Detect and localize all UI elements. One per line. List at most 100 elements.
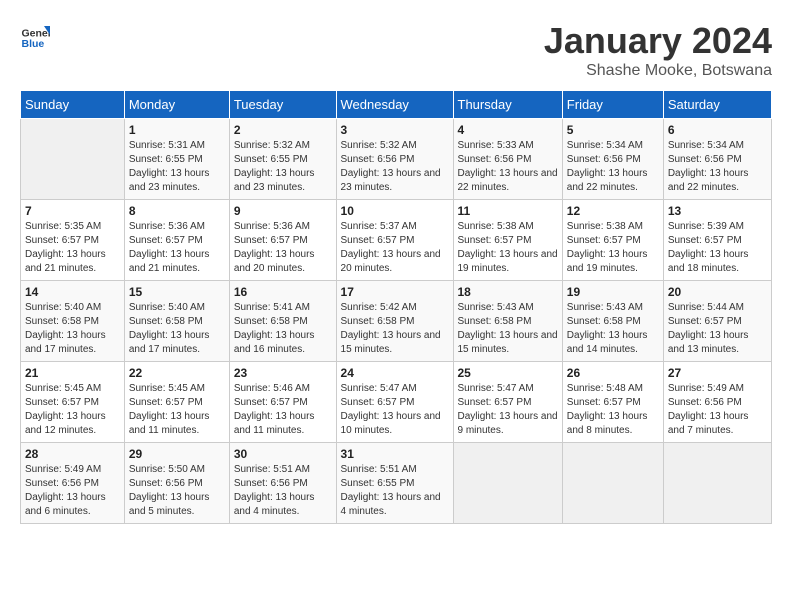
day-info: Sunrise: 5:45 AMSunset: 6:57 PMDaylight:… (25, 382, 120, 438)
day-number: 30 (234, 447, 332, 461)
calendar-cell: 31 Sunrise: 5:51 AMSunset: 6:55 PMDaylig… (336, 443, 453, 524)
day-number: 21 (25, 366, 120, 380)
day-number: 3 (341, 123, 449, 137)
day-info: Sunrise: 5:45 AMSunset: 6:57 PMDaylight:… (129, 382, 225, 438)
day-number: 15 (129, 285, 225, 299)
day-info: Sunrise: 5:32 AMSunset: 6:56 PMDaylight:… (341, 139, 449, 195)
day-info: Sunrise: 5:51 AMSunset: 6:55 PMDaylight:… (341, 463, 449, 519)
day-info: Sunrise: 5:50 AMSunset: 6:56 PMDaylight:… (129, 463, 225, 519)
calendar-cell: 17 Sunrise: 5:42 AMSunset: 6:58 PMDaylig… (336, 281, 453, 362)
day-info: Sunrise: 5:33 AMSunset: 6:56 PMDaylight:… (458, 139, 558, 195)
calendar-cell: 23 Sunrise: 5:46 AMSunset: 6:57 PMDaylig… (229, 362, 336, 443)
calendar-week-row: 7 Sunrise: 5:35 AMSunset: 6:57 PMDayligh… (21, 200, 772, 281)
day-info: Sunrise: 5:49 AMSunset: 6:56 PMDaylight:… (668, 382, 767, 438)
day-number: 22 (129, 366, 225, 380)
calendar-cell: 26 Sunrise: 5:48 AMSunset: 6:57 PMDaylig… (562, 362, 663, 443)
calendar-cell: 11 Sunrise: 5:38 AMSunset: 6:57 PMDaylig… (453, 200, 562, 281)
calendar-cell: 7 Sunrise: 5:35 AMSunset: 6:57 PMDayligh… (21, 200, 125, 281)
day-number: 29 (129, 447, 225, 461)
calendar-cell: 25 Sunrise: 5:47 AMSunset: 6:57 PMDaylig… (453, 362, 562, 443)
calendar-cell: 4 Sunrise: 5:33 AMSunset: 6:56 PMDayligh… (453, 119, 562, 200)
calendar-cell: 5 Sunrise: 5:34 AMSunset: 6:56 PMDayligh… (562, 119, 663, 200)
calendar-cell: 3 Sunrise: 5:32 AMSunset: 6:56 PMDayligh… (336, 119, 453, 200)
day-number: 16 (234, 285, 332, 299)
day-number: 31 (341, 447, 449, 461)
calendar-cell: 1 Sunrise: 5:31 AMSunset: 6:55 PMDayligh… (124, 119, 229, 200)
calendar-cell: 6 Sunrise: 5:34 AMSunset: 6:56 PMDayligh… (663, 119, 771, 200)
day-number: 4 (458, 123, 558, 137)
calendar-week-row: 14 Sunrise: 5:40 AMSunset: 6:58 PMDaylig… (21, 281, 772, 362)
day-number: 18 (458, 285, 558, 299)
calendar-week-row: 28 Sunrise: 5:49 AMSunset: 6:56 PMDaylig… (21, 443, 772, 524)
calendar-cell: 10 Sunrise: 5:37 AMSunset: 6:57 PMDaylig… (336, 200, 453, 281)
calendar-cell (21, 119, 125, 200)
day-number: 19 (567, 285, 659, 299)
calendar-cell: 21 Sunrise: 5:45 AMSunset: 6:57 PMDaylig… (21, 362, 125, 443)
calendar-cell: 19 Sunrise: 5:43 AMSunset: 6:58 PMDaylig… (562, 281, 663, 362)
calendar-cell (453, 443, 562, 524)
day-number: 9 (234, 204, 332, 218)
day-info: Sunrise: 5:47 AMSunset: 6:57 PMDaylight:… (458, 382, 558, 438)
day-info: Sunrise: 5:46 AMSunset: 6:57 PMDaylight:… (234, 382, 332, 438)
calendar-cell: 13 Sunrise: 5:39 AMSunset: 6:57 PMDaylig… (663, 200, 771, 281)
calendar-week-row: 21 Sunrise: 5:45 AMSunset: 6:57 PMDaylig… (21, 362, 772, 443)
day-number: 25 (458, 366, 558, 380)
calendar-cell: 27 Sunrise: 5:49 AMSunset: 6:56 PMDaylig… (663, 362, 771, 443)
header-day: Monday (124, 91, 229, 119)
day-number: 17 (341, 285, 449, 299)
svg-text:Blue: Blue (22, 38, 45, 50)
day-info: Sunrise: 5:36 AMSunset: 6:57 PMDaylight:… (234, 220, 332, 276)
day-number: 11 (458, 204, 558, 218)
header-day: Tuesday (229, 91, 336, 119)
day-info: Sunrise: 5:42 AMSunset: 6:58 PMDaylight:… (341, 301, 449, 357)
calendar-cell: 24 Sunrise: 5:47 AMSunset: 6:57 PMDaylig… (336, 362, 453, 443)
calendar-cell: 29 Sunrise: 5:50 AMSunset: 6:56 PMDaylig… (124, 443, 229, 524)
header-row: SundayMondayTuesdayWednesdayThursdayFrid… (21, 91, 772, 119)
day-info: Sunrise: 5:32 AMSunset: 6:55 PMDaylight:… (234, 139, 332, 195)
day-info: Sunrise: 5:38 AMSunset: 6:57 PMDaylight:… (458, 220, 558, 276)
page-header: General Blue January 2024 Shashe Mooke, … (20, 20, 772, 80)
location: Shashe Mooke, Botswana (544, 62, 772, 80)
day-info: Sunrise: 5:40 AMSunset: 6:58 PMDaylight:… (25, 301, 120, 357)
header-day: Thursday (453, 91, 562, 119)
day-info: Sunrise: 5:44 AMSunset: 6:57 PMDaylight:… (668, 301, 767, 357)
header-day: Wednesday (336, 91, 453, 119)
day-number: 23 (234, 366, 332, 380)
day-info: Sunrise: 5:35 AMSunset: 6:57 PMDaylight:… (25, 220, 120, 276)
day-info: Sunrise: 5:37 AMSunset: 6:57 PMDaylight:… (341, 220, 449, 276)
calendar-week-row: 1 Sunrise: 5:31 AMSunset: 6:55 PMDayligh… (21, 119, 772, 200)
header-day: Sunday (21, 91, 125, 119)
calendar-cell: 12 Sunrise: 5:38 AMSunset: 6:57 PMDaylig… (562, 200, 663, 281)
day-number: 13 (668, 204, 767, 218)
day-info: Sunrise: 5:31 AMSunset: 6:55 PMDaylight:… (129, 139, 225, 195)
calendar-cell (562, 443, 663, 524)
day-number: 10 (341, 204, 449, 218)
header-day: Friday (562, 91, 663, 119)
day-info: Sunrise: 5:38 AMSunset: 6:57 PMDaylight:… (567, 220, 659, 276)
logo: General Blue (20, 20, 50, 50)
calendar-cell: 14 Sunrise: 5:40 AMSunset: 6:58 PMDaylig… (21, 281, 125, 362)
day-info: Sunrise: 5:39 AMSunset: 6:57 PMDaylight:… (668, 220, 767, 276)
calendar-cell: 20 Sunrise: 5:44 AMSunset: 6:57 PMDaylig… (663, 281, 771, 362)
day-info: Sunrise: 5:43 AMSunset: 6:58 PMDaylight:… (567, 301, 659, 357)
day-number: 7 (25, 204, 120, 218)
calendar-cell: 30 Sunrise: 5:51 AMSunset: 6:56 PMDaylig… (229, 443, 336, 524)
calendar-cell: 18 Sunrise: 5:43 AMSunset: 6:58 PMDaylig… (453, 281, 562, 362)
day-number: 5 (567, 123, 659, 137)
header-day: Saturday (663, 91, 771, 119)
day-info: Sunrise: 5:40 AMSunset: 6:58 PMDaylight:… (129, 301, 225, 357)
title-block: January 2024 Shashe Mooke, Botswana (544, 20, 772, 80)
logo-icon: General Blue (20, 20, 50, 50)
day-number: 20 (668, 285, 767, 299)
day-number: 8 (129, 204, 225, 218)
day-number: 26 (567, 366, 659, 380)
day-info: Sunrise: 5:47 AMSunset: 6:57 PMDaylight:… (341, 382, 449, 438)
day-number: 12 (567, 204, 659, 218)
day-info: Sunrise: 5:41 AMSunset: 6:58 PMDaylight:… (234, 301, 332, 357)
calendar-cell: 16 Sunrise: 5:41 AMSunset: 6:58 PMDaylig… (229, 281, 336, 362)
day-info: Sunrise: 5:34 AMSunset: 6:56 PMDaylight:… (668, 139, 767, 195)
calendar-cell: 2 Sunrise: 5:32 AMSunset: 6:55 PMDayligh… (229, 119, 336, 200)
day-number: 24 (341, 366, 449, 380)
day-info: Sunrise: 5:51 AMSunset: 6:56 PMDaylight:… (234, 463, 332, 519)
day-info: Sunrise: 5:43 AMSunset: 6:58 PMDaylight:… (458, 301, 558, 357)
